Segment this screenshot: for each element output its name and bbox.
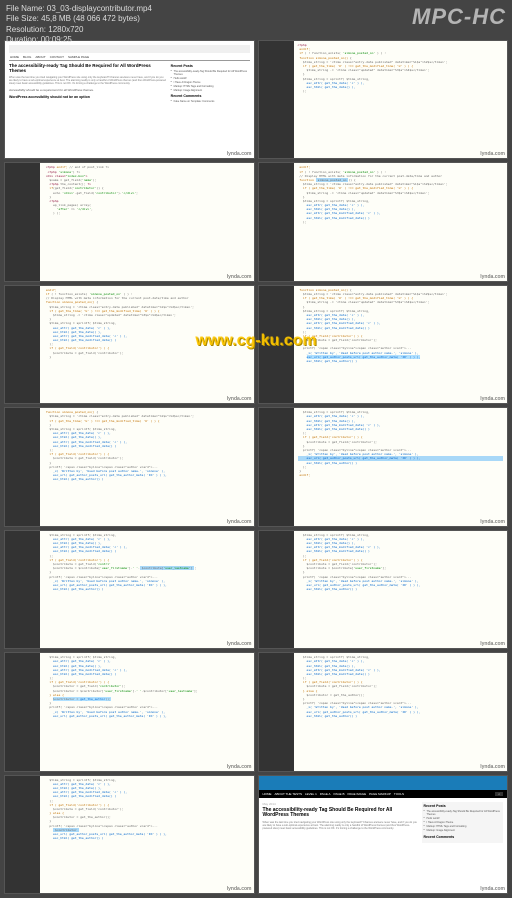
thumbnail-11[interactable]: $time_string = sprintf( $time_string, es… [4, 652, 255, 771]
article-subhead: WordPress accessibility should not be an… [9, 95, 167, 99]
browser-nav: HOMEBLOGABOUTCONTACTSAMPLE PAGE [9, 55, 250, 61]
thumbnail-10[interactable]: $time_string = sprintf( $time_string, es… [258, 530, 509, 649]
thumbnail-12[interactable]: $time_string = sprintf( $time_string, es… [258, 652, 509, 771]
thumbnail-9[interactable]: $time_string = sprintf( $time_string, es… [4, 530, 255, 649]
thumbnail-7[interactable]: function simone_posted_on() { $time_stri… [4, 407, 255, 526]
file-info-bar: File Name: 03_03-displaycontributor.mp4 … [0, 0, 158, 50]
lynda-watermark: lynda.com [480, 641, 505, 647]
article-body: When was the last time you tried navigat… [9, 76, 167, 85]
wp-admin-bar [259, 776, 508, 790]
lynda-watermark: lynda.com [480, 764, 505, 770]
wp-article-title: The accessibility-ready Tag Should Be Re… [263, 808, 418, 819]
lynda-watermark: lynda.com [227, 764, 252, 770]
thumbnail-8[interactable]: $time_string = sprintf( $time_string, es… [258, 407, 509, 526]
lynda-watermark: lynda.com [480, 151, 505, 157]
thumbnail-13[interactable]: $time_string = sprintf( $time_string, es… [4, 775, 255, 894]
lynda-watermark: lynda.com [480, 274, 505, 280]
lynda-watermark: lynda.com [227, 519, 252, 525]
site-watermark: www.cg-ku.com [195, 332, 316, 350]
lynda-watermark: lynda.com [227, 396, 252, 402]
lynda-watermark: lynda.com [227, 641, 252, 647]
player-name-watermark: MPC-HC [412, 4, 506, 30]
lynda-watermark: lynda.com [227, 274, 252, 280]
search-icon[interactable]: ⌕ [495, 792, 503, 796]
wp-nav: HOMEABOUT THE TESTSLEVEL 1PAGE APAGE BPA… [259, 790, 508, 798]
lynda-watermark: lynda.com [480, 886, 505, 892]
thumbnail-2[interactable]: <?php endif; if ( ! function_exists( 'si… [258, 40, 509, 159]
lynda-watermark: lynda.com [480, 519, 505, 525]
lynda-watermark: lynda.com [480, 396, 505, 402]
article-title: The accessibility-ready Tag Should Be Re… [9, 64, 167, 74]
article-quote: Accessibility should be a requirement fo… [9, 88, 167, 92]
thumbnail-1[interactable]: HOMEBLOGABOUTCONTACTSAMPLE PAGE The acce… [4, 40, 255, 159]
lynda-watermark: lynda.com [227, 886, 252, 892]
thumbnail-14[interactable]: HOMEABOUT THE TESTSLEVEL 1PAGE APAGE BPA… [258, 775, 509, 894]
thumbnail-grid: HOMEBLOGABOUTCONTACTSAMPLE PAGE The acce… [4, 40, 508, 894]
lynda-watermark: lynda.com [227, 151, 252, 157]
thumbnail-3[interactable]: <?php endif; // end of post_link ?> <?ph… [4, 162, 255, 281]
thumbnail-4[interactable]: endif; if ( ! function_exists( 'simone_p… [258, 162, 509, 281]
